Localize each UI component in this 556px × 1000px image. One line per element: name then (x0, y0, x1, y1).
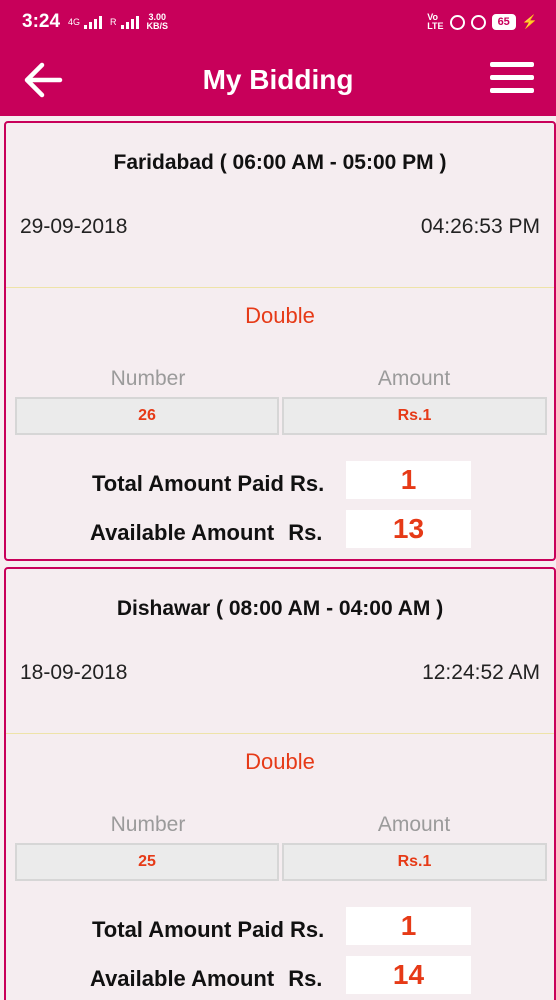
status-bar: 3:24 4G R 3.00 KB/S Vo LTE 65 ⚡ (0, 0, 556, 44)
available-rs-label: Rs. (288, 966, 323, 991)
available-amount-value: 13 (346, 510, 471, 548)
available-amount-text: Available Amount (90, 966, 275, 991)
divider (6, 733, 554, 734)
arrow-left-icon (24, 62, 63, 98)
lte-text: LTE (427, 21, 444, 31)
total-paid-value: 1 (346, 907, 471, 945)
roaming-indicator: R (110, 16, 117, 27)
available-amount-label: Available Amount Rs. (90, 520, 322, 546)
signal-icon (84, 15, 103, 29)
bid-date: 18-09-2018 (20, 661, 128, 684)
available-amount-text: Available Amount (90, 520, 275, 545)
total-paid-label: Total Amount Paid Rs. (92, 471, 325, 496)
data-saver-icon (449, 14, 465, 30)
total-paid-value: 1 (346, 461, 471, 499)
bid-time: 12:24:52 AM (422, 661, 540, 684)
bid-number-cell: 25 (15, 843, 279, 881)
volte-indicator: Vo LTE (427, 13, 443, 31)
menu-button[interactable] (490, 62, 534, 98)
signal-icon-2 (120, 15, 139, 29)
bid-amount-cell: Rs.1 (282, 843, 547, 881)
market-name: Faridabad ( 06:00 AM - 05:00 PM ) (113, 151, 447, 174)
game-type: Double (245, 749, 315, 774)
divider (6, 287, 554, 288)
number-header: Number (110, 813, 186, 836)
page-title: My Bidding (202, 64, 354, 95)
number-header: Number (110, 367, 186, 390)
available-rs-label: Rs. (288, 520, 323, 545)
available-amount-label: Available Amount Rs. (90, 966, 322, 992)
total-paid-label: Total Amount Paid Rs. (92, 917, 325, 942)
charging-icon: ⚡ (521, 14, 538, 29)
bid-card: Faridabad ( 06:00 AM - 05:00 PM ) 29-09-… (4, 121, 556, 561)
amount-header: Amount (377, 813, 451, 836)
game-type: Double (245, 303, 315, 328)
network-type: 4G (68, 16, 81, 27)
available-amount-value: 14 (346, 956, 471, 994)
status-right-icons: Vo LTE 65 ⚡ (427, 13, 538, 31)
bid-card: Dishawar ( 08:00 AM - 04:00 AM ) 18-09-2… (4, 567, 556, 1000)
network-speed-unit: KB/S (146, 21, 169, 31)
status-time: 3:24 (22, 11, 61, 32)
hamburger-menu-icon (490, 62, 534, 67)
market-name: Dishawar ( 08:00 AM - 04:00 AM ) (116, 597, 444, 620)
app-bar: My Bidding (0, 44, 556, 116)
back-button[interactable] (22, 60, 64, 100)
bid-date: 29-09-2018 (20, 215, 128, 238)
battery-icon: 65 (491, 14, 516, 30)
bid-amount-cell: Rs.1 (282, 397, 547, 435)
alarm-icon (470, 14, 486, 30)
bid-time: 04:26:53 PM (420, 215, 540, 238)
network-speed: 3.00 KB/S (147, 13, 169, 31)
amount-header: Amount (377, 367, 451, 390)
bid-number-cell: 26 (15, 397, 279, 435)
